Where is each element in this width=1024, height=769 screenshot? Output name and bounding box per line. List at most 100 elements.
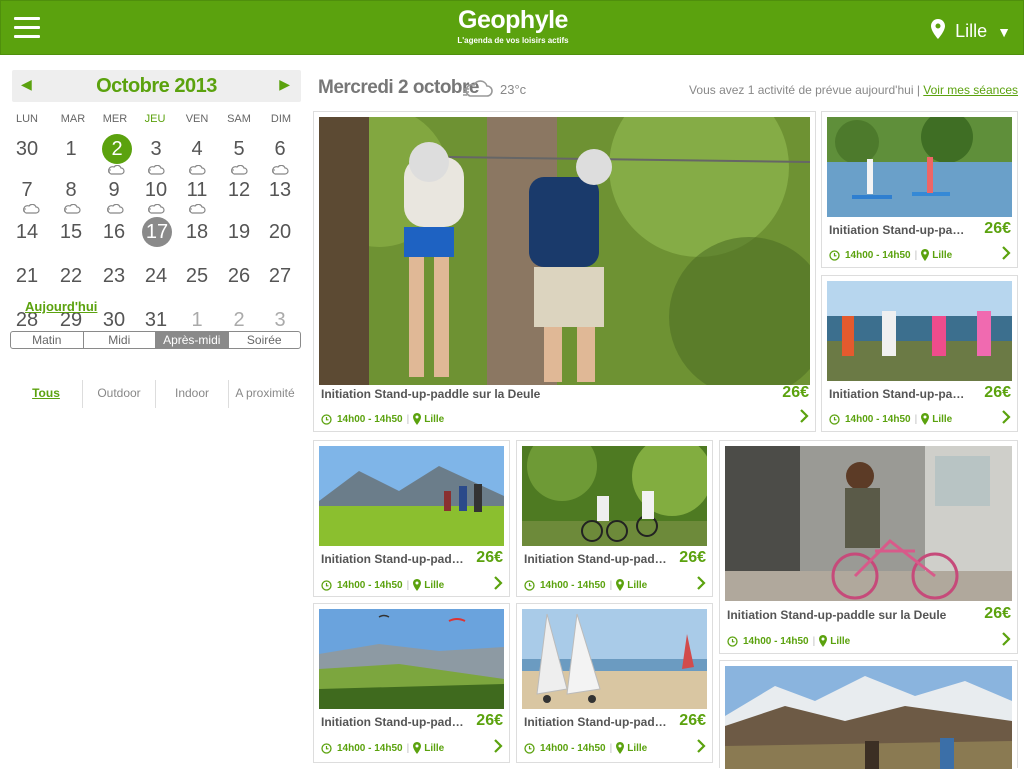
activity-card[interactable]: Initiation Stand-up-paddle 26€ 14h00 - 1…: [821, 111, 1018, 268]
calendar-day[interactable]: 1: [56, 134, 86, 164]
calendar-day[interactable]: 21: [12, 261, 42, 291]
month-navigator: ◀ Octobre 2013 ▶: [12, 70, 301, 102]
calendar-day[interactable]: 13: [265, 175, 295, 205]
activity-meta: 14h00 - 14h50 | Lille: [829, 249, 952, 261]
period-selector: Matin Midi Après-midi Soirée: [10, 331, 301, 349]
next-month-icon[interactable]: ▶: [279, 76, 290, 93]
calendar-day-booked[interactable]: 17: [142, 217, 172, 247]
calendar-day[interactable]: 15: [56, 217, 86, 247]
clock-icon: [321, 742, 332, 754]
calendar-day[interactable]: 4: [182, 134, 212, 164]
calendar-day[interactable]: 10: [141, 175, 171, 205]
chevron-right-icon[interactable]: [798, 409, 810, 423]
my-sessions-link[interactable]: Voir mes séances: [923, 83, 1018, 97]
day-title: Mercredi 2 octobre: [318, 77, 480, 98]
activity-price: 26€: [782, 384, 809, 401]
calendar-day[interactable]: 16: [99, 217, 129, 247]
activity-time: 14h00 - 14h50: [337, 742, 403, 754]
activity-card-partial[interactable]: [719, 660, 1018, 769]
calendar-day[interactable]: 5: [224, 134, 254, 164]
activity-card[interactable]: Initiation Stand-up-paddle 26€ 14h00 - 1…: [313, 440, 510, 597]
activity-place: Lille: [424, 742, 445, 754]
activity-place: Lille: [830, 635, 851, 647]
chevron-right-icon[interactable]: [492, 576, 504, 590]
activity-price: 26€: [476, 712, 503, 729]
location-selector[interactable]: Lille ▼: [931, 19, 1011, 44]
activity-card-featured[interactable]: Initiation Stand-up-paddle sur la Deule …: [313, 111, 816, 432]
period-morning[interactable]: Matin: [11, 332, 84, 348]
activity-meta: 14h00 - 14h50 | Lille: [524, 579, 647, 591]
activity-title: Initiation Stand-up-paddle: [321, 552, 466, 566]
period-evening[interactable]: Soirée: [229, 332, 301, 348]
activity-meta: 14h00 - 14h50 | Lille: [321, 742, 444, 754]
calendar-day[interactable]: 27: [265, 261, 295, 291]
calendar-day[interactable]: 22: [56, 261, 86, 291]
clock-icon: [727, 635, 738, 647]
activity-time: 14h00 - 14h50: [845, 413, 911, 425]
activity-place: Lille: [627, 579, 648, 591]
cloud-icon: [189, 204, 206, 214]
calendar-day[interactable]: 18: [182, 217, 212, 247]
chevron-right-icon[interactable]: [695, 576, 707, 590]
period-noon[interactable]: Midi: [84, 332, 156, 348]
app-header: Geophyle L'agenda de vos loisirs actifs …: [0, 0, 1024, 55]
calendar-day[interactable]: 6: [265, 134, 295, 164]
cloud-icon: [108, 165, 125, 175]
activity-place: Lille: [424, 413, 445, 425]
calendar-day[interactable]: 14: [12, 217, 42, 247]
location-pin-icon: [413, 742, 422, 754]
filter-all[interactable]: Tous: [10, 380, 83, 408]
activity-card[interactable]: Initiation Stand-up-paddle 26€ 14h00 - 1…: [821, 275, 1018, 432]
calendar-day-selected[interactable]: 2: [102, 134, 132, 164]
calendar-day[interactable]: 9: [99, 175, 129, 205]
activity-title: Initiation Stand-up-paddle sur la Deule: [321, 387, 541, 401]
calendar-day[interactable]: 23: [99, 261, 129, 291]
calendar-day[interactable]: 7: [12, 175, 42, 205]
activity-card[interactable]: Initiation Stand-up-paddle 26€ 14h00 - 1…: [313, 603, 510, 763]
activity-image-paddle: [827, 117, 1012, 217]
calendar-day[interactable]: 8: [56, 175, 86, 205]
cloud-icon: [148, 165, 165, 175]
calendar-day[interactable]: 25: [182, 261, 212, 291]
today-link[interactable]: Aujourd'hui: [25, 299, 97, 314]
activity-card[interactable]: Initiation Stand-up-paddle 26€ 14h00 - 1…: [516, 440, 713, 597]
filter-nearby[interactable]: A proximité: [229, 380, 301, 408]
chevron-right-icon[interactable]: [1000, 632, 1012, 646]
filter-outdoor[interactable]: Outdoor: [83, 380, 156, 408]
activity-time: 14h00 - 14h50: [337, 579, 403, 591]
period-afternoon[interactable]: Après-midi: [156, 332, 229, 348]
calendar-day[interactable]: 30: [12, 134, 42, 164]
chevron-right-icon[interactable]: [695, 739, 707, 753]
caret-down-icon: ▼: [997, 23, 1011, 40]
activity-card-tall[interactable]: Initiation Stand-up-paddle sur la Deule …: [719, 440, 1018, 654]
activity-time: 14h00 - 14h50: [845, 249, 911, 261]
activity-price: 26€: [984, 384, 1011, 401]
activity-place: Lille: [932, 249, 953, 261]
calendar-day[interactable]: 11: [182, 175, 212, 205]
filter-indoor[interactable]: Indoor: [156, 380, 229, 408]
chevron-right-icon[interactable]: [492, 739, 504, 753]
activity-price: 26€: [679, 549, 706, 566]
temperature: 23°c: [500, 82, 527, 97]
calendar-day[interactable]: 26: [224, 261, 254, 291]
calendar-day[interactable]: 19: [224, 217, 254, 247]
activity-place: Lille: [627, 742, 648, 754]
activity-notice: Vous avez 1 activité de prévue aujourd'h…: [689, 83, 1018, 97]
activity-filters: Tous Outdoor Indoor A proximité: [10, 380, 301, 408]
activity-image-stretching: [827, 281, 1012, 381]
logo-tagline: L'agenda de vos loisirs actifs: [457, 36, 569, 45]
calendar-day[interactable]: 3: [141, 134, 171, 164]
activity-meta: 14h00 - 14h50 | Lille: [321, 413, 444, 425]
calendar-day[interactable]: 20: [265, 217, 295, 247]
activity-title: Initiation Stand-up-paddle: [524, 552, 669, 566]
activity-meta: 14h00 - 14h50 | Lille: [727, 635, 850, 647]
activity-card[interactable]: Initiation Stand-up-paddle 26€ 14h00 - 1…: [516, 603, 713, 763]
calendar-day[interactable]: 12: [224, 175, 254, 205]
chevron-right-icon[interactable]: [1000, 410, 1012, 424]
calendar-day[interactable]: 24: [141, 261, 171, 291]
weekday-label-today: JEU: [144, 113, 166, 125]
activity-title: Initiation Stand-up-paddle: [829, 387, 969, 401]
chevron-right-icon[interactable]: [1000, 246, 1012, 260]
activity-price: 26€: [679, 712, 706, 729]
activity-image-mountain-bike: [522, 446, 707, 546]
